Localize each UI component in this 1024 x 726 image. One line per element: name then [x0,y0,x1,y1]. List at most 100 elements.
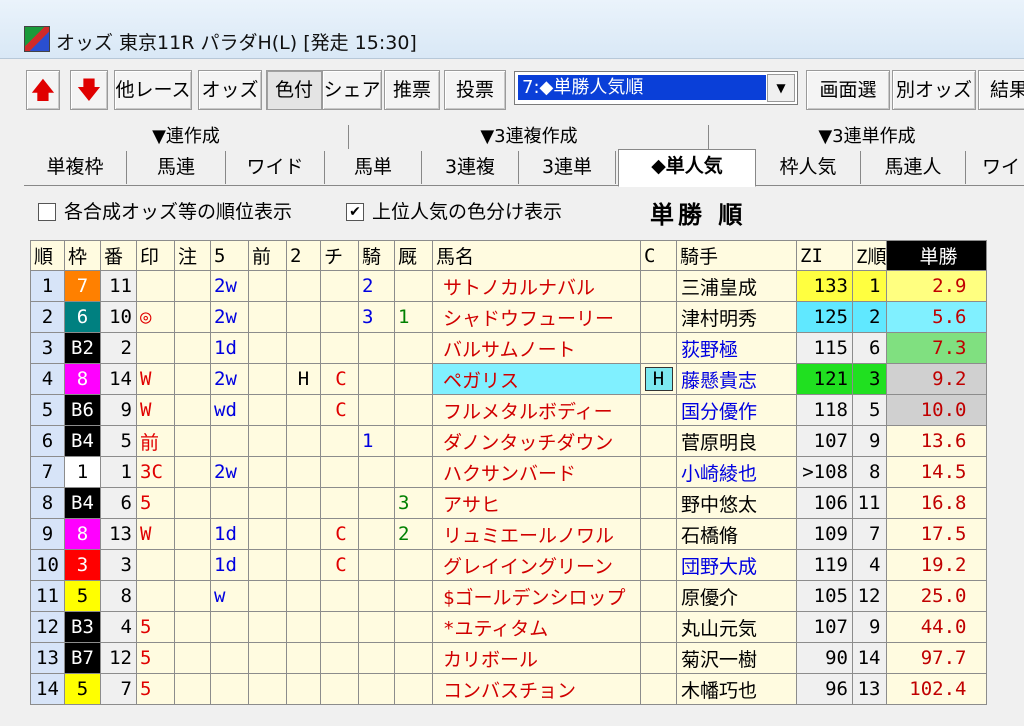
five-cell: w [210,580,249,612]
table-row[interactable]: 5 B6 9 Wwd C フルメタルボディー 国分優作 118 5 10.0 [30,394,988,426]
note-cell [174,363,211,395]
table-row[interactable]: 11 5 8 w $ゴールデンシロップ 原優介 105 12 25.0 [30,580,988,612]
column-header[interactable]: 枠 [64,240,101,271]
column-header[interactable]: ZI [796,240,853,271]
chi-cell [320,673,359,705]
chi-cell [320,301,359,333]
odds-button[interactable]: オッズ [198,70,262,110]
tab-3renpuku[interactable]: 3連複 [422,151,519,184]
column-header[interactable]: 注 [174,240,211,271]
tab-wide[interactable]: ワイド [226,151,325,184]
mae-cell [248,642,287,674]
table-row[interactable]: 10 3 3 1d C グレイイングリーン 団野大成 119 4 19.2 [30,549,988,581]
five-cell [210,673,249,705]
column-header[interactable]: 厩 [394,240,433,271]
tab-umaren-ninki[interactable]: 馬連人 [861,151,966,184]
group-ren[interactable]: ▼連作成 [24,123,348,151]
rank-display-checkbox[interactable] [38,203,56,221]
table-row[interactable]: 4 8 14 W 2w H C ペガリス H 藤懸貴志 121 3 9.2 [30,363,988,395]
column-header[interactable]: 順 [30,240,65,271]
table-row[interactable]: 3 B2 2 1d バルサムノート 荻野極 115 6 7.3 [30,332,988,364]
column-header[interactable]: 番 [100,240,137,271]
kyu-cell [394,673,433,705]
down-arrow-button[interactable]: 🡇 [70,70,108,110]
column-header[interactable]: 印 [136,240,175,271]
tab-tanpuku-waku[interactable]: 単複枠 [24,151,127,184]
horse-name-cell: ダノンタッチダウン [432,425,641,457]
view-select[interactable]: 7:◆単勝人気順 ▼ [514,71,798,105]
chevron-down-icon[interactable]: ▼ [767,74,795,102]
note-cell [174,673,211,705]
group-divider [348,125,349,149]
suggest-button[interactable]: 推票 [384,70,440,110]
table-row[interactable]: 9 8 13 W 1d C 2 リュミエールノワル 石橋脩 109 7 17.5 [30,518,988,550]
waku-cell: B7 [64,642,101,674]
note-cell [174,425,211,457]
color-top-label: 上位人気の色分け表示 [372,201,563,223]
page-heading: 単勝 順 [650,201,747,229]
zi-cell: 107 [796,425,853,457]
other-race-button[interactable]: 他レース [114,70,192,110]
table-row[interactable]: 1 7 11 2w 2 サトノカルナバル 三浦皇成 133 1 2.9 [30,270,988,302]
table-row[interactable]: 8 B4 6 5 3 アサヒ 野中悠太 106 11 16.8 [30,487,988,519]
column-header[interactable]: 前 [248,240,287,271]
horse-name-cell: カリボール [432,642,641,674]
kyu-cell [394,363,433,395]
tab-3rentan[interactable]: 3連単 [519,151,616,184]
table-row[interactable]: 12 B3 4 5 *ユティタム 丸山元気 107 9 44.0 [30,611,988,643]
column-header[interactable]: 騎手 [676,240,797,271]
horse-name-cell: ハクサンバード [432,456,641,488]
horse-name-cell: $ゴールデンシロップ [432,580,641,612]
tab-umaren[interactable]: 馬連 [127,151,226,184]
five-cell: 1d [210,518,249,550]
tab-tan-ninki[interactable]: ◆単人気 [618,149,756,187]
column-header[interactable]: 馬名 [432,240,641,271]
rank-display-label: 各合成オッズ等の順位表示 [64,201,293,223]
tab-wide-ninki[interactable]: ワイ [966,151,1024,184]
table-row[interactable]: 6 B4 5 前 1 ダノンタッチダウン 菅原明良 107 9 13.6 [30,425,988,457]
z-rank-cell: 6 [851,332,888,364]
ki-cell: 3 [358,301,395,333]
up-arrow-button[interactable]: 🡅 [26,70,60,110]
result-button[interactable]: 結果 [978,70,1024,110]
table-row[interactable]: 14 5 7 5 コンバスチョン 木幡巧也 96 13 102.4 [30,673,988,705]
win-odds-cell: 102.4 [886,673,988,705]
other-odds-button[interactable]: 別オッズ [892,70,976,110]
two-cell [286,456,321,488]
column-header[interactable]: Z順 [851,240,888,271]
column-header[interactable]: 騎 [358,240,395,271]
color-top-checkbox[interactable]: ✔ [346,203,364,221]
group-3rentan[interactable]: ▼3連単作成 [710,123,1024,151]
c-cell [640,270,677,302]
win-odds-cell: 14.5 [886,456,988,488]
column-header[interactable]: 単勝 [886,240,988,271]
mark-cell: 5 [136,673,175,705]
vote-button[interactable]: 投票 [444,70,506,110]
column-header[interactable]: 2 [286,240,321,271]
five-cell: 1d [210,549,249,581]
share-button[interactable]: シェア [322,70,382,110]
kyu-cell: 3 [394,487,433,519]
column-header[interactable]: チ [320,240,359,271]
color-button[interactable]: 色付 [266,70,322,110]
ki-cell: 2 [358,270,395,302]
mae-cell [248,549,287,581]
screen-select-button[interactable]: 画面選 [806,70,890,110]
z-rank-cell: 7 [851,518,888,550]
group-divider [708,125,709,149]
win-odds-cell: 16.8 [886,487,988,519]
tab-umatan[interactable]: 馬単 [325,151,422,184]
column-header[interactable]: C [640,240,677,271]
tab-waku-ninki[interactable]: 枠人気 [756,151,861,184]
five-cell [210,611,249,643]
table-row[interactable]: 7 1 1 3C 2w ハクサンバード 小崎綾也 >108 8 14.5 [30,456,988,488]
chi-cell: C [320,363,359,395]
c-cell [640,642,677,674]
table-row[interactable]: 13 B7 12 5 カリボール 菊沢一樹 90 14 97.7 [30,642,988,674]
two-cell [286,673,321,705]
column-header[interactable]: 5 [210,240,249,271]
rank-cell: 11 [30,580,65,612]
horse-name-cell: グレイイングリーン [432,549,641,581]
table-row[interactable]: 2 6 10 ◎ 2w 3 1 シャドウフューリー 津村明秀 125 2 5.6 [30,301,988,333]
group-3renpuku[interactable]: ▼3連複作成 [350,123,708,151]
